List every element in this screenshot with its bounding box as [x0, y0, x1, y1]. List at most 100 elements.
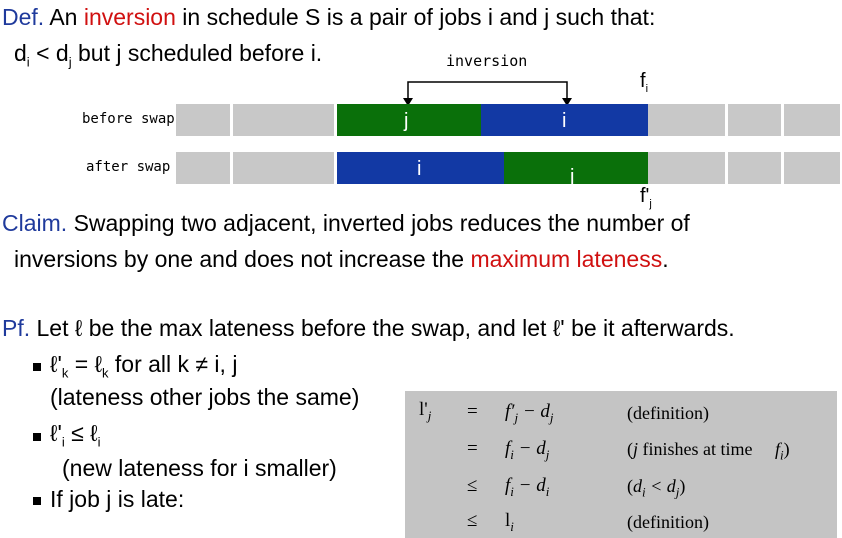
proof-mid: be the max lateness before the swap, and…	[88, 315, 547, 341]
bullet-icon	[33, 363, 41, 371]
note-d: d	[633, 476, 642, 496]
sub-k: k	[102, 365, 109, 381]
bullet-3-text: If job j is late:	[50, 486, 185, 512]
slot	[784, 152, 840, 184]
expr-sub2: i	[545, 483, 550, 499]
f-bottom-sub: j	[649, 198, 652, 210]
claim-text-2: inversions by one and does not increase …	[14, 246, 465, 272]
expr-rest: − d	[518, 475, 546, 496]
claim-line-2: inversions by one and does not increase …	[14, 246, 669, 273]
cond-rest: but j scheduled before i.	[77, 40, 323, 66]
row3-expr: fi − di	[505, 475, 549, 500]
job-block-j: j	[504, 152, 648, 188]
job-block-i: i	[481, 104, 648, 136]
expr-rest: − d	[518, 438, 546, 459]
ell: ℓ	[94, 351, 102, 377]
slot	[728, 104, 784, 136]
job-letter: i	[417, 158, 422, 180]
row1-rel: =	[467, 401, 478, 422]
bullet-1-note: (lateness other jobs the same)	[50, 384, 360, 410]
expr-sub2: j	[549, 409, 554, 425]
job-letter: j	[404, 110, 409, 132]
row1-note: (definition)	[627, 403, 709, 423]
row2-rel: =	[467, 438, 478, 459]
ell: ℓ	[90, 420, 98, 446]
paren: )	[783, 439, 790, 459]
proof-let: Let	[36, 315, 69, 341]
expr-sub: j	[514, 409, 519, 425]
row2-expr: fi − dj	[505, 438, 549, 463]
cond-sub-j: j	[68, 54, 72, 70]
expr-sub2: j	[545, 446, 550, 462]
f-bottom: f'	[640, 185, 650, 207]
lhs: l'	[419, 399, 428, 420]
slot	[233, 104, 337, 136]
expr-sub: i	[510, 518, 514, 534]
cond-sub-i: i	[26, 54, 30, 70]
slot	[176, 152, 233, 184]
inversion-label: inversion	[446, 52, 528, 70]
claim-text-1: Swapping two adjacent, inverted jobs red…	[73, 210, 690, 236]
row-label-after: after swap	[86, 159, 171, 175]
proof-label: Pf.	[2, 315, 31, 341]
derivation-box: l'j = f′j − dj (definition) = fi − dj (j…	[405, 391, 837, 538]
row4-rel: ≤	[467, 510, 478, 531]
row1-expr: f′j − dj	[505, 401, 554, 426]
cond-lt: < d	[36, 40, 69, 66]
proof-end: ' be it afterwards.	[560, 315, 735, 341]
slot	[784, 104, 840, 136]
job-block-i: i	[337, 152, 504, 184]
claim-term: maximum lateness	[470, 246, 663, 272]
def-label: Def.	[2, 4, 45, 30]
note-sub: i	[642, 484, 646, 500]
cond-d: d	[14, 40, 27, 66]
job-block-j: j	[337, 104, 481, 136]
expr-rest: − d	[522, 401, 550, 422]
def-term: inversion	[83, 4, 176, 30]
bullet-icon	[33, 433, 41, 441]
definition-line-1: Def. An inversion in schedule S is a pai…	[2, 4, 655, 31]
claim-line-1: Claim. Swapping two adjacent, inverted j…	[2, 210, 690, 237]
row3-note: (di < dj)	[627, 476, 685, 501]
slot	[648, 152, 728, 184]
slot	[176, 104, 233, 136]
bullet-icon	[33, 497, 41, 505]
row2-note: (j finishes at time fi)	[627, 439, 790, 464]
sub-k: k	[61, 365, 69, 381]
bullet-1-main: ℓ'k = ℓk for all k ≠ i, j	[50, 351, 237, 381]
row1-lhs: l'j	[419, 399, 431, 424]
definition-line-2: di < dj but j scheduled before i.	[14, 40, 322, 70]
sub-i: i	[97, 434, 101, 450]
f-top-sub: i	[645, 83, 649, 95]
expr-sub: i	[510, 483, 514, 499]
slot	[233, 152, 337, 184]
f-i-label: fi	[640, 70, 648, 95]
paren: )	[679, 476, 686, 496]
slot	[648, 104, 728, 136]
note-j: j	[633, 439, 639, 459]
eq: =	[74, 351, 89, 377]
f-prime-j-label: f'j	[640, 185, 652, 210]
expr-sub: i	[510, 446, 514, 462]
claim-period: .	[662, 246, 669, 272]
job-letter: i	[562, 110, 567, 132]
row3-rel: ≤	[467, 475, 478, 496]
bullet-2-note: (new lateness for i smaller)	[62, 455, 337, 481]
note-text: finishes at time	[642, 439, 753, 459]
def-text-pre: An	[49, 4, 78, 30]
sub-i: i	[61, 434, 65, 450]
slot	[728, 152, 784, 184]
claim-label: Claim.	[2, 210, 68, 236]
inversion-arrow	[403, 81, 572, 106]
def-text-post: in schedule S is a pair of jobs i and j …	[182, 4, 656, 30]
row-label-before: before swap	[82, 111, 175, 127]
lhs-sub: j	[427, 407, 432, 423]
proof-intro: Pf. Let ℓ be the max lateness before the…	[2, 315, 735, 342]
ell-symbol: ℓ	[74, 315, 83, 341]
bullet-2-main: ℓ'i ≤ ℓi	[50, 420, 100, 450]
le: ≤	[71, 420, 84, 446]
row4-note: (definition)	[627, 512, 709, 532]
row4-expr: li	[505, 510, 514, 535]
note-lt: < d	[650, 476, 676, 496]
for-all: for all k ≠ i, j	[114, 351, 238, 377]
